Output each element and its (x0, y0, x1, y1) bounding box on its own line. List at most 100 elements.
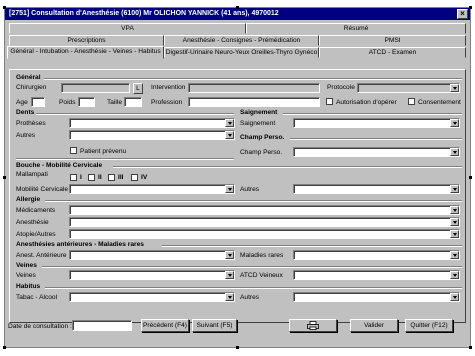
resize-handle[interactable] (3, 346, 6, 349)
protocole-select[interactable] (357, 83, 460, 93)
chevron-down-icon[interactable] (225, 119, 234, 127)
allergie-anesthesie-select[interactable] (69, 217, 460, 227)
chevron-down-icon[interactable] (225, 185, 234, 193)
chevron-down-icon[interactable] (450, 251, 459, 259)
divider (162, 245, 462, 247)
anest-anterieure-select[interactable] (69, 250, 235, 260)
champ-perso-select[interactable] (293, 147, 460, 157)
next-button[interactable]: Suivant (F5) (192, 319, 237, 332)
previous-button[interactable]: Précédent (F4) (141, 319, 189, 332)
medicaments-label: Médicaments (16, 207, 56, 214)
divider (16, 158, 234, 160)
date-consultation-label: Date de consultation : (8, 323, 72, 330)
consentement-label: Consentement (418, 99, 461, 106)
chevron-down-icon[interactable] (225, 293, 234, 301)
habitus-autres-select[interactable] (293, 292, 460, 302)
patient-prevenu-checkbox[interactable] (70, 147, 77, 154)
protheses-select[interactable] (69, 118, 235, 128)
mobilite-select[interactable] (69, 184, 235, 194)
chevron-down-icon[interactable] (225, 251, 234, 259)
patient-prevenu-label: Patient prévenu (80, 148, 127, 155)
intervention-label: Intervention (151, 84, 186, 91)
mallampati-ii-label: II (98, 174, 102, 181)
resize-handle[interactable] (3, 176, 6, 179)
poids-field[interactable] (78, 97, 95, 107)
chevron-down-icon[interactable] (450, 218, 459, 226)
tab-resume[interactable]: Résumé (246, 23, 466, 34)
consentement-checkbox[interactable] (408, 98, 415, 105)
section-champ-perso: Champ Perso. (240, 134, 285, 141)
section-habitus: Habitus (16, 283, 41, 290)
profession-field[interactable] (188, 97, 320, 107)
tab-vpa[interactable]: VPA (9, 23, 246, 34)
chirurgien-lookup-button[interactable]: L (133, 83, 143, 94)
poids-label: Poids (59, 99, 76, 106)
veines-select[interactable] (69, 270, 235, 280)
section-allergie: Allergie (16, 196, 41, 203)
atcd-veineux-select[interactable] (293, 270, 460, 280)
taille-field[interactable] (124, 97, 142, 107)
age-label: Age (16, 99, 28, 106)
print-button[interactable] (289, 319, 337, 332)
resize-handle[interactable] (3, 6, 6, 9)
resize-handle[interactable] (469, 176, 472, 179)
veines-label: Veines (16, 272, 36, 279)
tab-prescriptions[interactable]: Prescriptions (9, 35, 164, 46)
mallampati-iv-checkbox[interactable] (131, 174, 138, 181)
tab-pmsi[interactable]: PMSI (319, 35, 466, 46)
chevron-down-icon[interactable] (450, 206, 459, 214)
maladies-rares-select[interactable] (293, 250, 460, 260)
section-dents: Dents (16, 109, 35, 116)
chevron-down-icon[interactable] (450, 271, 459, 279)
quit-button[interactable]: Quitter (F12) (405, 319, 453, 332)
profession-label: Profession (151, 99, 183, 106)
tab-general[interactable]: Général - Intubation - Anesthésie - Vein… (7, 46, 164, 59)
mallampati-iii-checkbox[interactable] (108, 174, 115, 181)
saignement-select[interactable] (293, 118, 460, 128)
atopie-select[interactable] (69, 229, 460, 239)
age-field[interactable] (31, 97, 45, 107)
section-bouche: Bouche - Mobilité Cervicale (16, 162, 103, 169)
resize-handle[interactable] (236, 346, 239, 349)
printer-icon (307, 321, 319, 330)
dents-autres-select[interactable] (69, 130, 235, 140)
tab-digestif[interactable]: Digestif-Urinaire Neuro-Yeux Oreilles-Th… (164, 47, 319, 58)
chirurgien-field[interactable] (61, 83, 130, 93)
validate-button[interactable]: Valider (350, 319, 398, 332)
chirurgien-label: Chirurgien (16, 84, 47, 91)
bouche-autres-label: Autres (240, 186, 260, 193)
tab-panel (9, 69, 466, 323)
section-saignement: Saignement (240, 109, 278, 116)
date-consultation-field[interactable] (72, 320, 132, 331)
autorisation-checkbox[interactable] (326, 98, 333, 105)
champ-perso-label: Champ Perso. (240, 149, 283, 156)
mallampati-ii-checkbox[interactable] (88, 174, 95, 181)
chevron-down-icon[interactable] (450, 119, 459, 127)
tab-anesthesie-consignes[interactable]: Anesthésie - Consignes - Prémédication (164, 35, 319, 46)
tabac-alcool-select[interactable] (69, 292, 235, 302)
resize-handle[interactable] (236, 6, 239, 9)
protocole-label: Protocole (327, 84, 355, 91)
chevron-down-icon[interactable] (450, 148, 459, 156)
chevron-down-icon[interactable] (450, 185, 459, 193)
chevron-down-icon[interactable] (450, 230, 459, 238)
resize-handle[interactable] (469, 346, 472, 349)
mallampati-iii-label: III (118, 174, 124, 181)
mallampati-i-checkbox[interactable] (70, 174, 77, 181)
medicaments-select[interactable] (69, 205, 460, 215)
maladies-rares-label: Maladies rares (240, 252, 284, 259)
chevron-down-icon[interactable] (225, 271, 234, 279)
bouche-autres-select[interactable] (293, 184, 460, 194)
tab-atcd-examen[interactable]: ATCD - Examen (319, 47, 466, 58)
close-button[interactable]: × (457, 9, 468, 19)
habitus-autres-label: Autres (240, 294, 260, 301)
chevron-down-icon[interactable] (450, 84, 459, 92)
intervention-field[interactable] (188, 83, 320, 93)
resize-handle[interactable] (469, 6, 472, 9)
saignement-label: Saignement (240, 120, 276, 127)
mallampati-iv-label: IV (141, 174, 148, 181)
chevron-down-icon[interactable] (225, 131, 234, 139)
chevron-down-icon[interactable] (450, 293, 459, 301)
protheses-label: Prothèses (16, 120, 46, 127)
divider (290, 138, 462, 140)
